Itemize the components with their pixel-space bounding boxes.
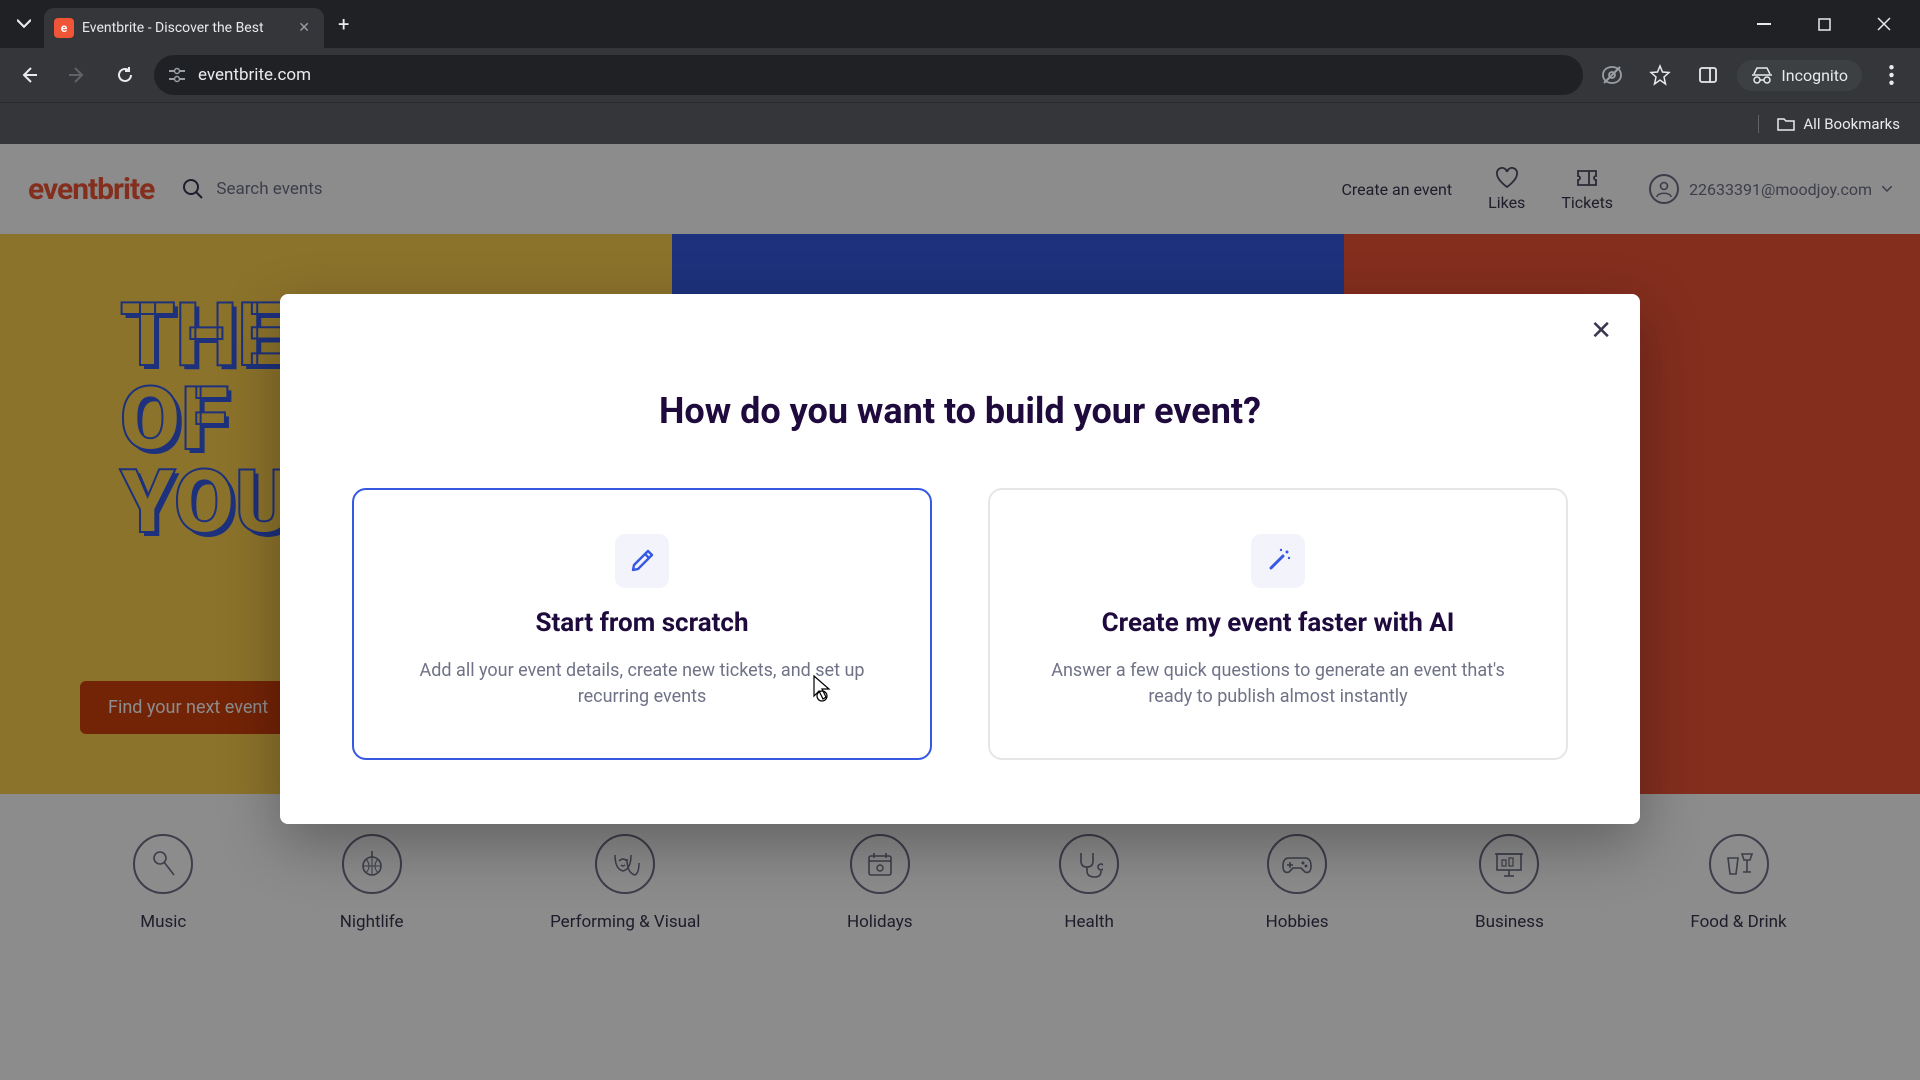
browser-tab[interactable]: e Eventbrite - Discover the Best ✕ [44, 8, 324, 48]
minimize-button[interactable] [1736, 4, 1792, 44]
tab-close-button[interactable]: ✕ [294, 18, 314, 38]
address-bar[interactable]: eventbrite.com [154, 55, 1583, 95]
all-bookmarks-button[interactable]: All Bookmarks [1758, 115, 1900, 133]
back-button[interactable] [10, 56, 48, 94]
close-window-button[interactable] [1856, 4, 1912, 44]
magic-wand-icon [1251, 534, 1305, 588]
modal-wrapper: ✕ How do you want to build your event? S… [0, 144, 1920, 1080]
option-title: Start from scratch [535, 608, 748, 638]
arrow-left-icon [19, 65, 39, 85]
eventbrite-favicon: e [54, 18, 74, 38]
arrow-right-icon [67, 65, 87, 85]
minimize-icon [1757, 23, 1771, 25]
forward-button [58, 56, 96, 94]
site-settings-icon[interactable] [168, 66, 186, 84]
page-content: eventbrite Search events Create an event… [0, 144, 1920, 1080]
tab-search-button[interactable] [8, 8, 40, 40]
chevron-down-icon [17, 17, 31, 31]
side-panel-button[interactable] [1689, 56, 1727, 94]
tab-title: Eventbrite - Discover the Best [82, 20, 286, 36]
close-icon [1877, 17, 1891, 31]
browser-chrome: e Eventbrite - Discover the Best ✕ + eve… [0, 0, 1920, 144]
modal-options: Start from scratch Add all your event de… [316, 488, 1604, 760]
incognito-indicator[interactable]: Incognito [1737, 60, 1862, 91]
pencil-icon [615, 534, 669, 588]
option-description: Add all your event details, create new t… [412, 658, 872, 710]
bookmark-star-button[interactable] [1641, 56, 1679, 94]
maximize-button[interactable] [1796, 4, 1852, 44]
tab-strip: e Eventbrite - Discover the Best ✕ + [0, 0, 1920, 48]
browser-toolbar: eventbrite.com Incognito [0, 48, 1920, 102]
bookmarks-bar: All Bookmarks [0, 102, 1920, 144]
tracking-protection-icon[interactable] [1593, 56, 1631, 94]
option-description: Answer a few quick questions to generate… [1048, 658, 1508, 710]
window-controls [1736, 4, 1912, 44]
reload-button[interactable] [106, 56, 144, 94]
folder-icon [1777, 116, 1795, 132]
new-tab-button[interactable]: + [328, 8, 359, 40]
kebab-icon [1889, 65, 1894, 85]
modal-close-button[interactable]: ✕ [1590, 316, 1612, 346]
browser-menu-button[interactable] [1872, 56, 1910, 94]
incognito-label: Incognito [1781, 66, 1848, 85]
reload-icon [115, 65, 135, 85]
option-create-with-ai[interactable]: Create my event faster with AI Answer a … [988, 488, 1568, 760]
maximize-icon [1818, 18, 1831, 31]
url-text: eventbrite.com [198, 65, 311, 85]
build-event-modal: ✕ How do you want to build your event? S… [280, 294, 1640, 824]
incognito-icon [1751, 66, 1773, 84]
modal-title: How do you want to build your event? [316, 390, 1604, 432]
all-bookmarks-label: All Bookmarks [1803, 115, 1900, 133]
option-title: Create my event faster with AI [1102, 608, 1455, 638]
option-start-from-scratch[interactable]: Start from scratch Add all your event de… [352, 488, 932, 760]
